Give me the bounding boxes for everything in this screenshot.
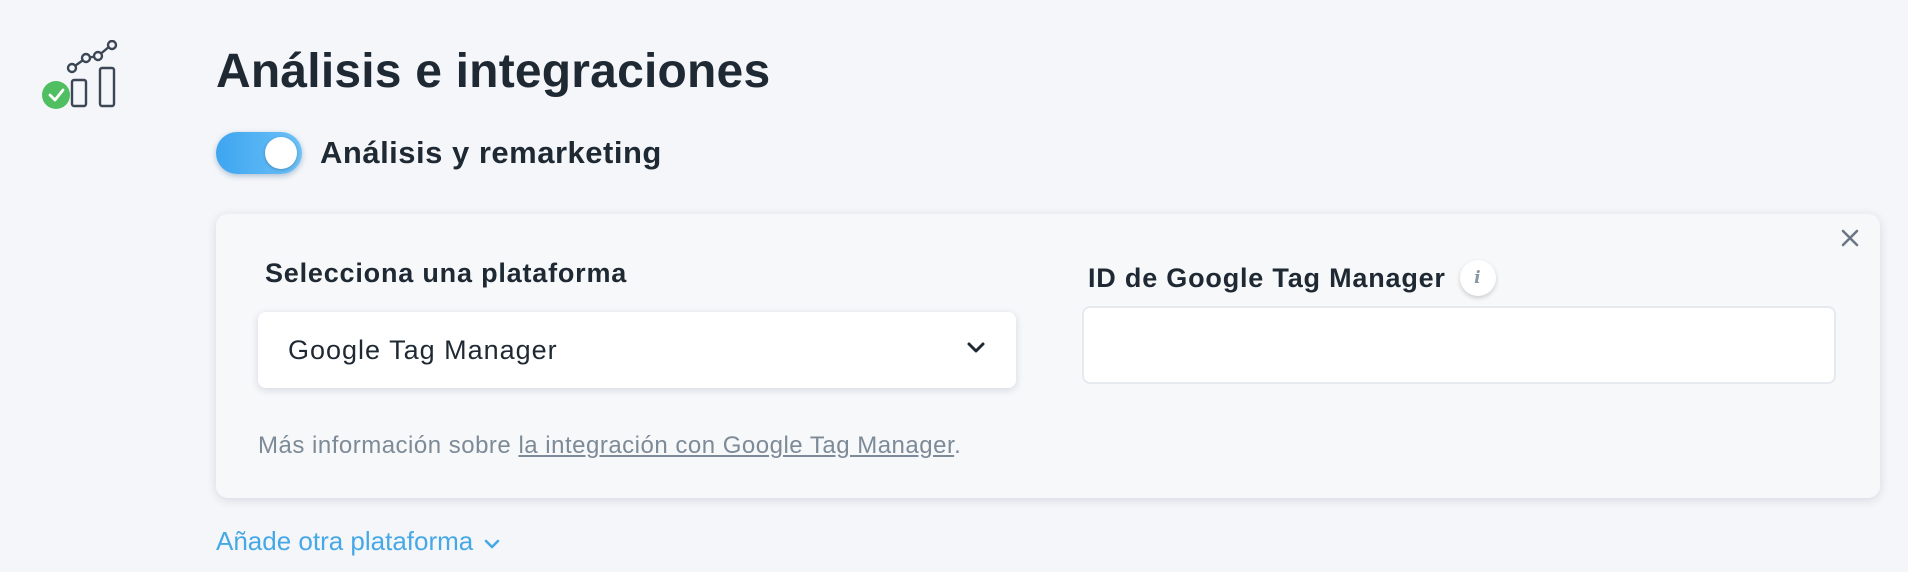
gtm-id-label: ID de Google Tag Manager <box>1088 262 1446 293</box>
gtm-integration-link[interactable]: la integración con Google Tag Manager <box>518 432 954 459</box>
add-platform-label: Añade otra plataforma <box>216 526 474 556</box>
info-icon[interactable]: i <box>1459 260 1496 296</box>
close-icon[interactable] <box>1836 224 1864 252</box>
remarketing-toggle[interactable] <box>216 132 302 174</box>
toggle-label: Análisis y remarketing <box>320 135 662 170</box>
help-text-suffix: . <box>954 432 962 459</box>
toggle-knob[interactable] <box>265 137 297 169</box>
platform-select-value: Google Tag Manager <box>288 334 558 365</box>
platform-label: Selecciona una plataforma <box>265 258 628 288</box>
chevron-down-icon <box>966 341 986 360</box>
check-circle-icon <box>42 81 70 109</box>
integration-card: Selecciona una plataforma ID de Google T… <box>216 214 1880 498</box>
section-title: Análisis e integraciones <box>216 45 771 98</box>
platform-select[interactable]: Google Tag Manager <box>258 312 1016 388</box>
help-text: Más información sobre la integración con… <box>258 432 961 460</box>
gtm-id-label-row: ID de Google Tag Manager i <box>1088 260 1496 296</box>
add-platform-button[interactable]: Añade otra plataforma <box>216 526 501 557</box>
gtm-id-input[interactable] <box>1082 306 1836 384</box>
remarketing-toggle-row: Análisis y remarketing <box>216 132 662 174</box>
analytics-chart-icon <box>40 39 126 112</box>
chevron-down-icon <box>473 526 501 557</box>
help-text-prefix: Más información sobre <box>258 432 519 459</box>
